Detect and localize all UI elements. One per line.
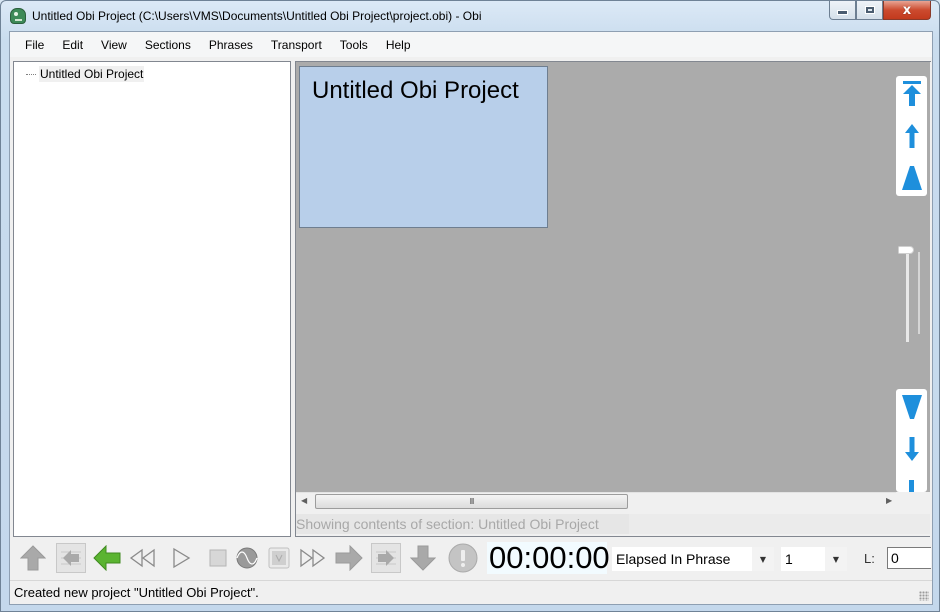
section-status-label: Showing contents of section: Untitled Ob… [296,514,629,534]
maximize-icon [864,6,875,14]
play-icon [173,547,191,569]
next-button[interactable] [896,437,927,461]
page-down-button[interactable] [896,395,927,419]
client-area: File Edit View Sections Phrases Transpor… [9,31,933,605]
toc-tree-panel[interactable]: Untitled Obi Project [13,61,291,537]
page-up-button[interactable] [896,166,927,190]
content-view-panel: Untitled Obi Project ◀ III ▶ Showing con… [295,61,932,538]
next-phrase-icon [376,550,396,566]
menu-tools[interactable]: Tools [331,32,377,57]
rewind-button[interactable] [128,543,158,573]
level-value: 1 [785,551,793,567]
previous-button[interactable] [896,124,927,148]
app-window: Untitled Obi Project (C:\Users\VMS\Docum… [0,0,940,612]
close-button[interactable]: x [883,1,931,20]
nav-top-group [896,76,927,196]
horizontal-scrollbar[interactable]: ◀ III ▶ [296,492,896,509]
nav-bottom-group [896,389,927,492]
section-strip[interactable]: Untitled Obi Project [299,66,548,228]
previous-section-button[interactable] [18,543,48,573]
status-bar: Created new project "Untitled Obi Projec… [10,580,932,604]
menu-view[interactable]: View [92,32,136,57]
level-field[interactable]: 0 [887,547,931,569]
obi-app-icon[interactable] [10,8,26,24]
stop-icon [209,549,227,567]
time-display: 00:00:00 [487,540,610,575]
section-strip-title[interactable]: Untitled Obi Project [312,77,519,105]
play-button[interactable] [166,543,196,573]
title-bar[interactable]: Untitled Obi Project (C:\Users\VMS\Docum… [1,1,939,31]
previous-icon [904,124,919,148]
strips-area[interactable]: Untitled Obi Project [296,62,896,492]
menu-phrases[interactable]: Phrases [200,32,262,57]
horizontal-scroll-thumb[interactable]: III [315,494,628,509]
previous-page-button[interactable] [92,543,122,573]
scroll-left-icon[interactable]: ◀ [301,496,307,505]
monitor-button[interactable] [232,543,262,573]
level-dropdown[interactable]: 1 ▼ [781,547,847,571]
minimize-button[interactable] [829,1,856,20]
menu-sections[interactable]: Sections [136,32,200,57]
next-page-button[interactable] [334,543,364,573]
fast-forward-icon [300,548,326,568]
next-icon [904,437,919,461]
transport-toolbar: 00:00:00 Elapsed In Phrase ▼ 1 ▼ L: 0 [10,539,932,577]
previous-phrase-icon [61,550,81,566]
zoom-slider-track[interactable] [906,252,909,342]
go-to-bottom-button[interactable] [896,480,927,492]
next-section-button[interactable] [408,543,438,573]
page-down-icon [901,395,922,419]
zoom-slider-thumb[interactable] [898,246,914,254]
menu-edit[interactable]: Edit [53,32,92,57]
next-section-icon [410,545,436,571]
previous-page-icon [93,545,121,571]
status-message: Created new project "Untitled Obi Projec… [14,585,259,600]
go-to-bottom-icon [908,480,914,492]
pause-icon [268,547,290,569]
resize-grip-icon[interactable] [919,591,929,601]
rewind-icon [129,548,155,568]
stop-button[interactable] [203,543,233,573]
time-mode-value: Elapsed In Phrase [616,551,731,567]
alert-icon [448,543,478,573]
panel-edge [930,62,932,538]
scroll-right-icon[interactable]: ▶ [886,496,892,505]
next-page-icon [335,545,363,571]
menu-file[interactable]: File [16,32,53,57]
window-title: Untitled Obi Project (C:\Users\VMS\Docum… [32,9,482,23]
previous-phrase-button[interactable] [56,543,86,573]
previous-section-icon [20,545,46,571]
go-to-top-button[interactable] [896,81,927,107]
window-controls: x [829,1,931,21]
alert-button[interactable] [448,543,478,573]
time-mode-dropdown[interactable]: Elapsed In Phrase ▼ [612,547,774,571]
level-label: L: [864,551,875,566]
section-status-filler [629,514,930,534]
scroll-grip-icon: III [469,497,475,506]
chevron-down-icon[interactable]: ▼ [825,547,847,571]
pause-button[interactable] [264,543,294,573]
tree-node[interactable]: Untitled Obi Project [26,66,145,82]
close-icon: x [902,2,912,18]
go-to-top-icon [902,81,921,106]
tree-node-label[interactable]: Untitled Obi Project [39,66,145,82]
maximize-button[interactable] [856,1,883,20]
menu-help[interactable]: Help [377,32,420,57]
page-up-icon [901,166,922,190]
record-monitor-icon [236,547,258,569]
vertical-navigation [896,62,930,492]
next-phrase-button[interactable] [371,543,401,573]
fast-forward-button[interactable] [297,543,327,573]
chevron-down-icon[interactable]: ▼ [752,547,774,571]
zoom-slider-track-shadow [918,252,920,334]
menu-transport[interactable]: Transport [262,32,331,57]
tree-connector [26,73,36,75]
minimize-icon [837,10,848,15]
menu-bar: File Edit View Sections Phrases Transpor… [10,32,932,57]
